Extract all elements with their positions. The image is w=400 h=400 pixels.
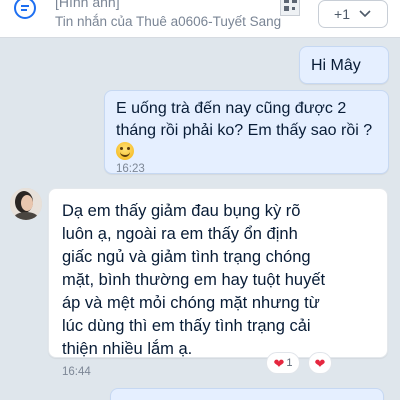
message-bubble-mine[interactable]: E uống trà đến nay cũng được 2 tháng rồi…: [104, 90, 389, 175]
message-bubble-mine[interactable]: [110, 388, 384, 400]
reaction-count: 1: [286, 357, 293, 369]
chevron-down-icon: [359, 10, 371, 18]
avatar[interactable]: [10, 188, 42, 220]
message-text-line: Dạ em thấy giảm đau bụng kỳ rõ: [62, 202, 301, 220]
pinned-thumbnail: [280, 0, 300, 16]
message-text-line: giấc ngủ và giảm tình trạng chóng: [62, 248, 311, 266]
heart-icon: ❤: [273, 355, 285, 371]
react-heart-button[interactable]: ❤: [308, 352, 332, 374]
pinned-message-bar[interactable]: [Hình ảnh] Tin nhắn của Thuê a0606-Tuyết…: [0, 0, 400, 38]
message-text-line: E uống trà đến nay cũng được 2: [116, 100, 347, 117]
message-text-line: lúc dùng thì em thấy tình trạng cải: [62, 317, 311, 335]
message-bubble-theirs[interactable]: Dạ em thấy giảm đau bụng kỳ rõ luôn ạ, n…: [48, 188, 388, 378]
message-icon: [14, 0, 36, 19]
message-text-line: áp và mệt mỏi chóng mặt nhưng từ: [62, 294, 320, 312]
pinned-title: [Hình ảnh]: [55, 0, 120, 10]
message-text: Hi Mây: [311, 57, 361, 74]
more-pinned-button[interactable]: +1: [318, 0, 388, 28]
message-time: 16:23: [116, 163, 145, 175]
message-bubble-mine[interactable]: Hi Mây: [299, 46, 389, 84]
avatar-image: [10, 188, 42, 220]
message-text-line: mặt, bình thường em hay tuột huyết: [62, 271, 326, 289]
reaction-summary[interactable]: ❤ 1: [266, 352, 300, 374]
pinned-subtitle: Tin nhắn của Thuê a0606-Tuyết Sang: [55, 14, 282, 29]
message-text-line: tháng rồi phải ko? Em thấy sao rồi ?: [116, 122, 373, 139]
heart-icon: ❤: [314, 355, 326, 371]
message-text-line: luôn ạ, ngoài ra em thấy ổn định: [62, 225, 298, 243]
smile-emoji-icon: [116, 142, 134, 160]
more-count: +1: [334, 6, 350, 22]
